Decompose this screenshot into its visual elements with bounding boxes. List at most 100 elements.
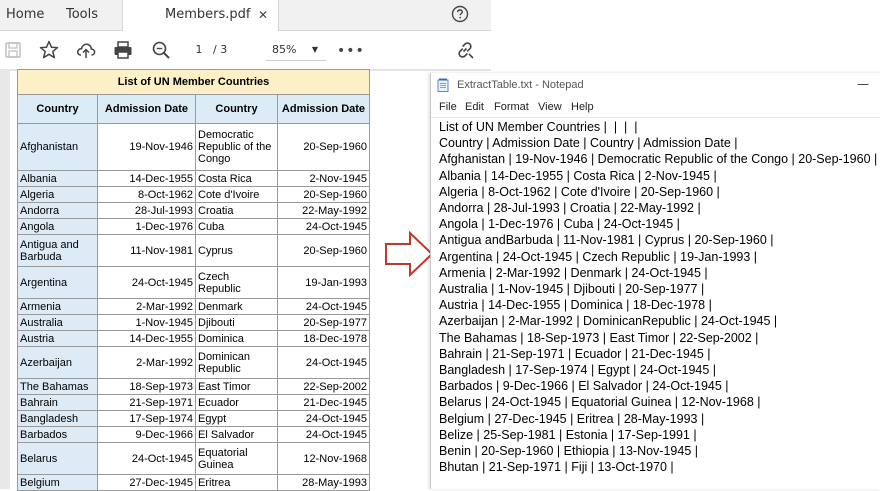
text-line: Angola | 1-Dec-1976 | Cuba | 24-Oct-1945…	[439, 217, 680, 232]
cell-country: Belarus	[17, 442, 98, 475]
table-row: Barbados 9-Dec-1966 El Salvador 24-Oct-1945	[17, 426, 370, 443]
cell-country: Algeria	[17, 186, 98, 203]
page-total: / 3	[213, 43, 228, 56]
table-row: Armenia 2-Mar-1992 Denmark 24-Oct-1945	[17, 298, 370, 315]
text-line: Antigua andBarbuda | 11-Nov-1981 | Cypru…	[439, 233, 774, 248]
notepad-text-area[interactable]: List of UN Member Countries | | | | Count…	[439, 119, 880, 475]
col-header-country: Country	[17, 94, 98, 124]
table-row: Azerbaijan 2-Mar-1992 Dominican Republic 24…	[17, 346, 370, 379]
cell-country: Austria	[17, 330, 98, 347]
table-row: Andorra 28-Jul-1993 Croatia 22-May-1992	[17, 202, 370, 219]
cell-admission-date-2: 20-Sep-1960	[277, 123, 370, 171]
print-icon[interactable]	[112, 39, 134, 61]
un-members-table: List of UN Member Countries Country Admi…	[17, 69, 370, 491]
table-row: Antigua and Barbuda 11-Nov-1981 Cyprus 20-S…	[17, 234, 370, 267]
cell-country-2: Dominica	[195, 330, 278, 347]
cell-country-2: Egypt	[195, 410, 278, 427]
upload-icon[interactable]	[75, 39, 97, 61]
tab-document-label: Members.pdf	[165, 7, 251, 22]
cell-country-2: Cuba	[195, 218, 278, 235]
page-number-input[interactable]: 1	[187, 40, 211, 60]
text-line: Armenia | 2-Mar-1992 | Denmark | 24-Oct-…	[439, 265, 708, 280]
cell-admission-date-2: 12-Nov-1968	[277, 442, 370, 475]
notepad-title-bar: ExtractTable.txt - Notepad —	[431, 73, 880, 97]
cell-admission-date: 2-Mar-1992	[97, 346, 196, 379]
star-icon[interactable]	[38, 39, 60, 61]
cell-admission-date: 1-Nov-1945	[97, 314, 196, 331]
cell-country-2: Equatorial Guinea	[195, 442, 278, 475]
cell-country: The Bahamas	[17, 378, 98, 395]
table-row: Australia 1-Nov-1945 Djibouti 20-Sep-1977	[17, 314, 370, 331]
question-circle-icon[interactable]	[451, 5, 469, 23]
text-line: Benin | 20-Sep-1960 | Ethiopia | 13-Nov-…	[439, 444, 698, 459]
cell-country: Bahrain	[17, 394, 98, 411]
pdf-page-gutter	[0, 70, 10, 489]
cell-admission-date-2: 24-Oct-1945	[277, 298, 370, 315]
zoom-search-icon[interactable]	[150, 39, 172, 61]
tab-home[interactable]: Home	[6, 0, 44, 30]
table-row: Belarus 24-Oct-1945 Equatorial Guinea 12-No…	[17, 442, 370, 475]
text-line: Barbados | 9-Dec-1966 | El Salvador | 24…	[439, 379, 729, 394]
table-title: List of UN Member Countries	[17, 69, 370, 95]
cell-country-2: Croatia	[195, 202, 278, 219]
right-arrow-icon	[385, 230, 434, 278]
text-line: Afghanistan | 19-Nov-1946 | Democratic R…	[439, 152, 878, 167]
cell-admission-date: 2-Mar-1992	[97, 298, 196, 315]
text-line: Belize | 25-Sep-1981 | Estonia | 17-Sep-…	[439, 427, 697, 442]
tab-document[interactable]: Members.pdf ✕	[122, 0, 279, 31]
menu-file[interactable]: File	[439, 97, 457, 117]
cell-admission-date: 14-Dec-1955	[97, 330, 196, 347]
cell-admission-date: 28-Jul-1993	[97, 202, 196, 219]
cell-admission-date: 19-Nov-1946	[97, 123, 196, 171]
col-header-admission-date: Admission Date	[97, 94, 196, 124]
cell-admission-date: 14-Dec-1955	[97, 170, 196, 187]
cell-admission-date: 24-Oct-1945	[97, 442, 196, 475]
cell-country: Bangladesh	[17, 410, 98, 427]
cell-country-2: Eritrea	[195, 474, 278, 491]
cell-admission-date: 27-Dec-1945	[97, 474, 196, 491]
table-row: The Bahamas 18-Sep-1973 East Timor 22-Sep-2…	[17, 378, 370, 395]
cell-admission-date: 18-Sep-1973	[97, 378, 196, 395]
cell-admission-date-2: 20-Sep-1960	[277, 234, 370, 267]
link-icon[interactable]	[454, 39, 476, 61]
text-line: Algeria | 8-Oct-1962 | Cote d'Ivoire | 2…	[439, 184, 720, 199]
table-row: Argentina 24-Oct-1945 Czech Republic 19-Jan…	[17, 266, 370, 299]
tab-tools[interactable]: Tools	[66, 0, 98, 30]
cell-country-2: Dominican Republic	[195, 346, 278, 379]
cell-admission-date-2: 24-Oct-1945	[277, 410, 370, 427]
cell-country-2: Costa Rica	[195, 170, 278, 187]
cell-admission-date-2: 24-Oct-1945	[277, 426, 370, 443]
cell-country: Afghanistan	[17, 123, 98, 171]
table-row: Bangladesh 17-Sep-1974 Egypt 24-Oct-1945	[17, 410, 370, 427]
menu-format[interactable]: Format	[494, 97, 529, 117]
cell-admission-date: 9-Dec-1966	[97, 426, 196, 443]
pdf-tab-bar: Home Tools Members.pdf ✕	[0, 0, 491, 31]
text-line: Argentina | 24-Oct-1945 | Czech Republic…	[439, 249, 758, 264]
close-tab-icon[interactable]: ✕	[258, 0, 268, 30]
text-line: Bahrain | 21-Sep-1971 | Ecuador | 21-Dec…	[439, 346, 711, 361]
text-line: Andorra | 28-Jul-1993 | Croatia | 22-May…	[439, 201, 701, 216]
table-row: Belgium 27-Dec-1945 Eritrea 28-May-1993	[17, 474, 370, 491]
minimize-button[interactable]: —	[857, 73, 869, 95]
text-line: Country | Admission Date | Country | Adm…	[439, 136, 738, 151]
text-line: List of UN Member Countries | | | |	[439, 120, 638, 134]
menu-help[interactable]: Help	[571, 97, 594, 117]
cell-country: Barbados	[17, 426, 98, 443]
zoom-select[interactable]: 85% ▼	[266, 40, 326, 61]
cell-admission-date-2: 24-Oct-1945	[277, 346, 370, 379]
cell-country: Azerbaijan	[17, 346, 98, 379]
notepad-icon	[437, 78, 449, 92]
save-icon[interactable]	[2, 39, 24, 61]
more-options-icon[interactable]: •••	[337, 43, 365, 59]
cell-country: Albania	[17, 170, 98, 187]
menu-view[interactable]: View	[538, 97, 562, 117]
col-header-admission-date-2: Admission Date	[277, 94, 370, 124]
cell-admission-date-2: 22-May-1992	[277, 202, 370, 219]
cell-admission-date-2: 24-Oct-1945	[277, 218, 370, 235]
cell-admission-date: 17-Sep-1974	[97, 410, 196, 427]
cell-admission-date-2: 20-Sep-1960	[277, 186, 370, 203]
cell-admission-date: 21-Sep-1971	[97, 394, 196, 411]
cell-country-2: East Timor	[195, 378, 278, 395]
menu-edit[interactable]: Edit	[465, 97, 484, 117]
text-line: Albania | 14-Dec-1955 | Costa Rica | 2-N…	[439, 168, 717, 183]
